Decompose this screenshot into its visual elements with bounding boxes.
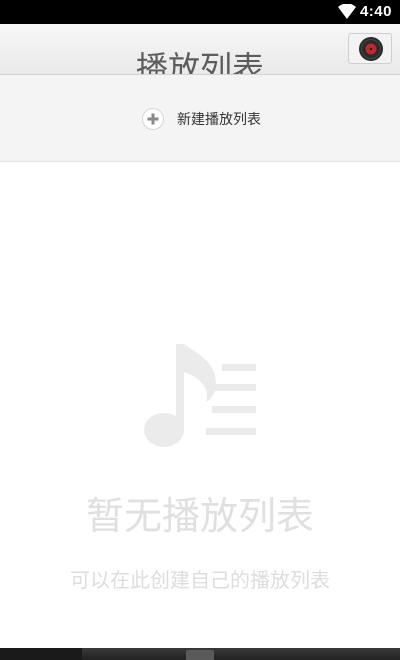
now-playing-button[interactable] [348, 33, 392, 64]
play-button[interactable] [0, 648, 82, 660]
album-art [186, 650, 214, 660]
header: 播放列表 [0, 24, 400, 75]
new-playlist-label: 新建播放列表 [177, 112, 261, 128]
player-bar[interactable] [0, 648, 400, 660]
page-title: 播放列表 [135, 49, 264, 75]
plus-icon [142, 108, 164, 130]
clock: 4:40 [359, 3, 392, 20]
music-note-list-icon [144, 344, 256, 447]
status-bar: 4:40 [0, 0, 400, 24]
new-playlist-button[interactable]: 新建播放列表 [142, 107, 261, 131]
empty-state-subtitle: 可以在此创建自己的播放列表 [70, 568, 330, 592]
new-playlist-panel: 新建播放列表 [0, 75, 400, 162]
vinyl-disc-icon [359, 37, 383, 61]
wifi-icon [338, 4, 356, 19]
empty-state-title: 暂无播放列表 [85, 494, 314, 538]
